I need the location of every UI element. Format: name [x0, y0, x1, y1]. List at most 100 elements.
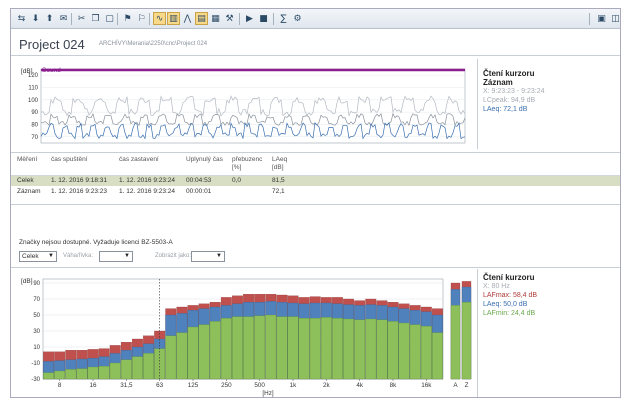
bar-lafmin: [176, 332, 188, 380]
weighting-select[interactable]: ▼: [99, 251, 133, 262]
col-header-laeq[interactable]: LAeq [dB]: [272, 156, 287, 172]
bar-lafmin: [398, 322, 410, 380]
project-path: ARCHÍVY\Merania\2250\cnc\Project 024: [99, 41, 208, 47]
measurement-select[interactable]: Celek ▼: [19, 251, 57, 262]
col-header-overload[interactable]: přebuzenc [%]: [232, 156, 262, 172]
report-icon[interactable]: ▦: [209, 12, 222, 25]
bar-lafmin: [143, 353, 154, 380]
cursor-readout-bottom: Čtení kurzoru X: 80 Hz LAFmax: 58,4 dB L…: [483, 273, 619, 318]
spectrum-y-tick-label: 70: [33, 297, 40, 303]
bar-lafmin: [65, 369, 77, 380]
bar-lafmin: [276, 316, 288, 380]
table-divider: [11, 204, 620, 205]
profile-graph[interactable]: [dB] Sound120110100908070: [19, 61, 467, 147]
profile-view-icon[interactable]: ∿: [153, 12, 166, 25]
bar-lafmin: [287, 316, 299, 380]
spectrum-chart[interactable]: [dB] 90 70 50 30 10 -10 -30 8 16 31,5 63 125 250 500 1k…: [19, 271, 479, 398]
chevron-down-icon: ▼: [216, 253, 222, 259]
cell-name: Záznam: [17, 188, 41, 195]
bar-lafmin: [220, 318, 232, 380]
download-icon[interactable]: ⬇: [29, 12, 42, 25]
copy-icon[interactable]: ❐: [89, 12, 102, 25]
total-bar-lafmin: [461, 302, 472, 380]
bar-lafmin: [365, 318, 377, 380]
bar-lafmin: [376, 319, 388, 380]
cell-stop: 1. 12. 2016 9:23:24: [119, 188, 176, 195]
spectrum-x-tick-label: 4k: [356, 382, 364, 389]
table-row[interactable]: Záznam 1. 12. 2016 9:23:23 1. 12. 2016 9…: [11, 187, 620, 197]
marker-add-icon[interactable]: ⚐: [135, 12, 148, 25]
display-as-label: Zobrazit jako:: [155, 253, 192, 259]
bar-lafmin: [87, 366, 99, 380]
table-row[interactable]: Celek 1. 12. 2016 9:18:31 1. 12. 2016 9:…: [11, 176, 620, 186]
play-icon[interactable]: ▶: [243, 12, 256, 25]
spectrum-x-tick-label: 16: [89, 382, 97, 389]
cut-icon[interactable]: ✂: [75, 12, 88, 25]
marker-icon[interactable]: ⚑: [121, 12, 134, 25]
weighting-label: Váha/řivka:: [63, 253, 94, 259]
toolbar-separator: [273, 13, 274, 25]
cursor-lafmin-value: LAFmin: 24,4 dB: [483, 310, 536, 317]
cursor-laeq-value: LAeq: 72,1 dB: [483, 106, 528, 113]
settings-icon[interactable]: ⚙: [291, 12, 304, 25]
cell-start: 1. 12. 2016 9:23:23: [51, 188, 108, 195]
bar-lafmin: [420, 326, 432, 380]
cell-stop: 1. 12. 2016 9:23:24: [119, 177, 176, 184]
mail-icon[interactable]: ✉: [57, 12, 70, 25]
window-icon[interactable]: ▣: [595, 12, 608, 25]
spectrum-view-icon[interactable]: ▥: [167, 12, 180, 25]
panel-icon[interactable]: ◫: [609, 12, 620, 25]
cursor-lafmax-value: LAFmax: 58,4 dB: [483, 292, 538, 299]
cursor-readout-top: Čtení kurzoru Záznam X: 9:23:23 - 9:23:2…: [483, 69, 619, 114]
col-header-stop[interactable]: čas zastavení: [119, 156, 159, 164]
statistics-view-icon[interactable]: ⋀: [181, 12, 194, 25]
stop-icon[interactable]: ■: [257, 12, 270, 25]
table-view-icon[interactable]: ▤: [195, 12, 208, 25]
license-notice: Značky nejsou dostupné. Vyžaduje licenci…: [19, 239, 173, 246]
spectrum-x-tick-label: 16k: [421, 382, 432, 389]
bar-lafmin: [298, 318, 310, 380]
profile-y-tick-label: 70: [31, 135, 38, 141]
bar-lafmin: [98, 366, 110, 380]
col-header-start[interactable]: čas spuštění: [51, 156, 88, 164]
project-title: Project 024: [19, 37, 85, 52]
bar-lafmin: [332, 318, 343, 380]
cursor-x-value: X: 9:23:23 - 9:23:24: [483, 88, 545, 95]
bar-lafmin: [43, 372, 54, 380]
col-header-measurement[interactable]: Měření: [17, 156, 37, 164]
calc-icon[interactable]: ∑: [277, 12, 290, 25]
toolbar-separator: [149, 13, 150, 25]
spectrum-x-tick-label: 8k: [390, 382, 398, 389]
laeq-unit: [dB]: [272, 164, 284, 171]
bar-lafmin: [320, 317, 332, 380]
laeq-label: LAeq: [272, 156, 288, 163]
chevron-down-icon: ▼: [48, 253, 54, 259]
cell-elapsed: 00:04:53: [186, 177, 212, 184]
spectrum-x-tick-label: 8: [58, 382, 62, 389]
bar-lafmin: [109, 362, 121, 380]
spectrum-y-tick-label: -10: [31, 361, 40, 367]
bar-lafmin: [432, 332, 443, 380]
cell-name: Celek: [17, 177, 34, 184]
bar-lafmin: [309, 318, 321, 380]
cursor-subtitle: Záznam: [483, 78, 513, 87]
toolbar-separator: [71, 13, 72, 25]
spectrum-y-tick-label: 30: [33, 329, 40, 335]
spectrum-y-tick-label: -30: [31, 377, 40, 383]
profile-y-tick-label: 110: [28, 86, 38, 92]
upload-icon[interactable]: ⬆: [43, 12, 56, 25]
display-as-select[interactable]: ▼: [191, 251, 225, 262]
dock-panels-icon[interactable]: ⇆: [15, 12, 28, 25]
tools-icon[interactable]: ⚒: [223, 12, 236, 25]
spectrum-x-tick-label: Z: [465, 382, 469, 389]
total-bar-lafmin: [450, 305, 461, 380]
cursor-laeq-value: LAeq: 50,0 dB: [483, 301, 528, 308]
profile-y-tick-label: 90: [31, 110, 38, 116]
profile-y-tick-label: 120: [28, 73, 39, 79]
cell-overload: 0,0: [232, 177, 242, 184]
spectrum-y-tick-label: 90: [33, 281, 40, 287]
paste-icon[interactable]: ▢: [103, 12, 116, 25]
cursor-title: Čtení kurzoru: [483, 273, 535, 282]
col-header-elapsed[interactable]: Uplynulý čas: [186, 156, 223, 164]
chevron-down-icon: ▼: [124, 253, 130, 259]
